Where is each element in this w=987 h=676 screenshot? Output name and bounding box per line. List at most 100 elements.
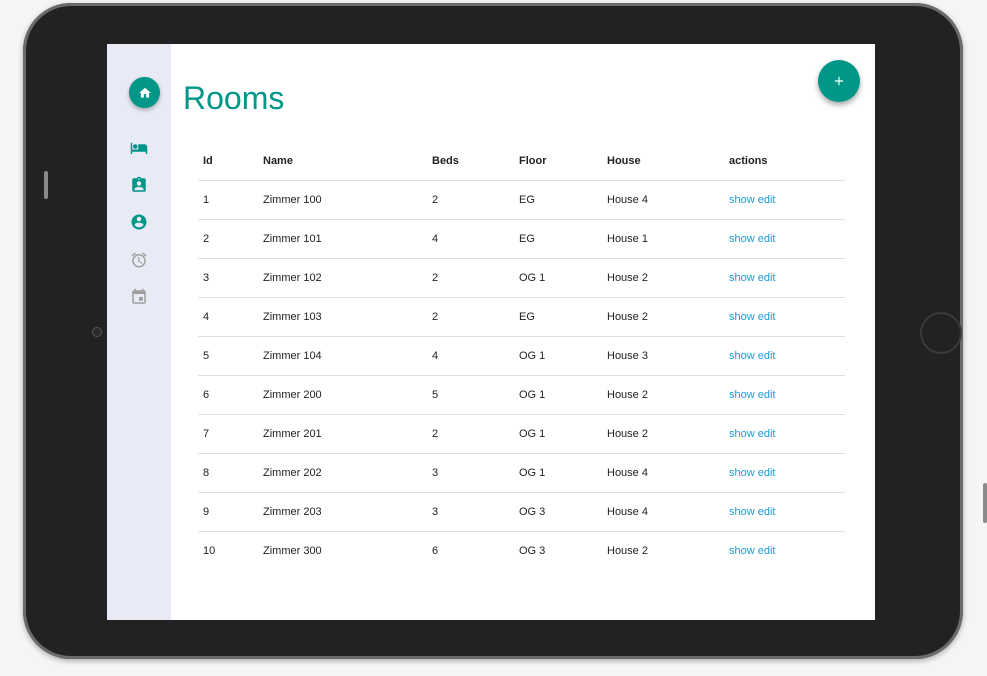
cell-house: House 4 [602,492,724,532]
edit-link[interactable]: edit [758,233,776,245]
cell-actions: show edit [724,180,845,220]
table-row: 3 Zimmer 102 2 OG 1 House 2 show edit [198,258,845,298]
cell-house: House 3 [602,336,724,376]
cell-beds: 4 [427,336,514,376]
cell-floor: OG 1 [514,258,602,298]
edit-link[interactable]: edit [758,467,776,479]
edit-link[interactable]: edit [758,311,776,323]
cell-floor: OG 3 [514,492,602,532]
table-row: 6 Zimmer 200 5 OG 1 House 2 show edit [198,375,845,415]
home-button[interactable] [129,77,160,108]
cell-floor: EG [514,180,602,220]
cell-name: Zimmer 300 [263,545,322,557]
cell-beds: 2 [427,258,514,298]
cell-id: 6 [198,375,258,415]
show-link[interactable]: show [729,350,755,362]
cell-actions: show edit [724,258,845,298]
bed-icon [130,142,148,154]
cell-id: 3 [198,258,258,298]
edit-link[interactable]: edit [758,194,776,206]
header-house: House [602,142,724,181]
cell-actions: show edit [724,297,845,337]
cell-beds: 3 [427,492,514,532]
cell-beds: 5 [427,375,514,415]
cell-name: Zimmer 102 [258,258,427,298]
cell-name: Zimmer 203 [258,492,427,532]
table-header-row: Id Name Beds Floor House actions [198,142,845,181]
cell-name: Zimmer 104 [258,336,427,376]
table-row: 10 Zimmer 300 6 OG 3 House 2 show edit [198,532,845,571]
cell-id: 4 [198,297,258,337]
cell-actions: show edit [724,414,845,454]
cell-beds: 4 [427,219,514,259]
edit-link[interactable]: edit [758,350,776,362]
table-row: 4 Zimmer 103 2 EG House 2 show edit [198,297,845,337]
rooms-table: Id Name Beds Floor House actions 1 Zimmer… [198,142,845,570]
tablet-home-button[interactable] [920,312,962,354]
table-row: 7 Zimmer 201 2 OG 1 House 2 show edit [198,414,845,454]
cell-house: House 2 [602,258,724,298]
header-floor: Floor [514,142,602,181]
cell-id: 1 [198,180,258,220]
cell-house: House 4 [602,453,724,493]
show-link[interactable]: show [729,233,755,245]
home-icon [138,87,151,98]
cell-actions: show edit [724,532,845,571]
sidebar-item-calendar[interactable] [130,288,148,306]
calendar-icon [132,288,146,304]
add-room-button[interactable] [818,60,860,102]
cell-id: 5 [198,336,258,376]
app-screen: Rooms Id Name Beds Floor House actions 1… [107,44,875,620]
cell-beds: 2 [427,414,514,454]
edit-link[interactable]: edit [758,428,776,440]
sidebar [107,44,171,620]
cell-floor: OG 1 [514,336,602,376]
show-link[interactable]: show [729,311,755,323]
show-link[interactable]: show [729,389,755,401]
show-link[interactable]: show [729,194,755,206]
cell-actions: show edit [724,492,845,532]
edit-link[interactable]: edit [758,545,776,557]
power-button [983,483,987,523]
cell-beds: 3 [427,453,514,493]
show-link[interactable]: show [729,428,755,440]
edit-link[interactable]: edit [758,272,776,284]
show-link[interactable]: show [729,467,755,479]
camera-icon [92,327,102,337]
show-link[interactable]: show [729,272,755,284]
cell-id: 2 [198,219,258,259]
cell-id: 8 [198,453,258,493]
header-id: Id [198,142,258,181]
cell-house: House 2 [607,545,648,557]
table-row: 9 Zimmer 203 3 OG 3 House 4 show edit [198,492,845,532]
show-link[interactable]: show [729,506,755,518]
sidebar-item-patients[interactable] [130,213,148,231]
table-row: 2 Zimmer 101 4 EG House 1 show edit [198,219,845,259]
page-title: Rooms [183,80,285,116]
header-beds: Beds [427,142,514,181]
alarm-icon [131,252,147,268]
cell-name: Zimmer 100 [258,180,427,220]
cell-beds: 6 [432,545,439,557]
edit-link[interactable]: edit [758,506,776,518]
show-link[interactable]: show [729,545,755,557]
sidebar-item-rooms[interactable] [130,139,148,157]
sidebar-item-alarms[interactable] [130,251,148,269]
plus-icon [834,76,844,86]
cell-house: House 2 [602,297,724,337]
sidebar-item-staff[interactable] [130,176,148,194]
cell-name: Zimmer 202 [258,453,427,493]
badge-icon [132,176,146,192]
cell-house: House 1 [602,219,724,259]
account-circle-icon [131,214,147,230]
cell-beds: 2 [427,297,514,337]
header-actions: actions [724,142,845,181]
edit-link[interactable]: edit [758,389,776,401]
cell-floor: OG 1 [514,414,602,454]
cell-actions: show edit [724,453,845,493]
cell-actions: show edit [724,336,845,376]
cell-name: Zimmer 103 [258,297,427,337]
cell-floor: OG 1 [514,453,602,493]
cell-house: House 2 [602,414,724,454]
cell-id: 10 [203,545,216,557]
